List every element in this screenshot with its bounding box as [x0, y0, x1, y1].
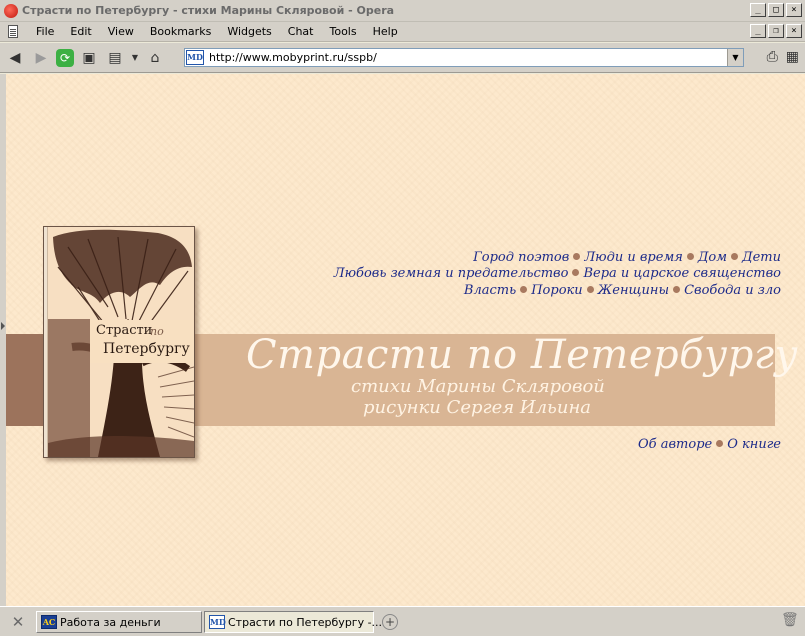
- document-window-controls: _ ❐ ×: [750, 24, 802, 38]
- menu-bookmarks[interactable]: Bookmarks: [142, 23, 219, 41]
- nav-link-children[interactable]: Дети: [742, 250, 781, 265]
- task-button-work[interactable]: AC Работа за деньги: [36, 611, 202, 633]
- nav-link-people-and-time[interactable]: Люди и время: [584, 250, 683, 265]
- reload-icon[interactable]: ⟳: [56, 48, 74, 67]
- bullet-icon: [573, 253, 581, 260]
- camera-icon[interactable]: ▣: [78, 47, 100, 69]
- close-button[interactable]: ×: [786, 3, 802, 17]
- doc-close-button[interactable]: ×: [786, 24, 802, 38]
- menu-chat[interactable]: Chat: [280, 23, 322, 41]
- nav-link-power[interactable]: Власть: [464, 283, 516, 298]
- new-tab-icon[interactable]: +: [382, 614, 398, 630]
- task-button-current[interactable]: MD Страсти по Петербургу -...: [204, 611, 382, 633]
- doc-minimize-button[interactable]: _: [750, 24, 766, 38]
- bullet-icon: [572, 269, 580, 276]
- md-favicon: MD: [209, 615, 226, 629]
- task-label: Работа за деньги: [60, 615, 161, 629]
- address-bar[interactable]: MD http://www.mobyprint.ru/sspb/ ▼: [184, 48, 744, 67]
- nav-link-faith[interactable]: Вера и царское священство: [583, 266, 781, 281]
- menu-bar: File Edit View Bookmarks Widgets Chat To…: [0, 22, 805, 42]
- home-icon[interactable]: ⌂: [144, 47, 166, 69]
- subtitle-artist: рисунки Сергея Ильина: [363, 397, 592, 418]
- task-label: Страсти по Петербургу -...: [228, 615, 383, 629]
- book-title-line2: по: [150, 325, 164, 338]
- address-url[interactable]: http://www.mobyprint.ru/sspb/: [209, 51, 377, 64]
- tools-icon[interactable]: ✕: [8, 612, 28, 632]
- nav-row-3: Власть Пороки Женщины Свобода и зло: [464, 283, 781, 298]
- back-icon[interactable]: ◀: [4, 47, 26, 69]
- book-title-line1: Страсти: [96, 323, 153, 338]
- bullet-icon: [716, 440, 724, 447]
- bullet-icon: [586, 286, 594, 293]
- page-viewport: Город поэтов Люди и время Дом Дети Любовь з…: [6, 74, 805, 606]
- page-title: Страсти по Петербургу: [246, 332, 799, 378]
- window-controls: _ □ ×: [750, 3, 802, 17]
- nav-link-women[interactable]: Женщины: [598, 283, 669, 298]
- trash-icon[interactable]: 🗑: [781, 612, 799, 630]
- minimize-button[interactable]: _: [750, 3, 766, 17]
- window-titlebar: Страсти по Петербургу - стихи Марины Скл…: [0, 0, 805, 22]
- nav-bottom-row: Об авторе О книге: [638, 437, 781, 452]
- menu-edit[interactable]: Edit: [62, 23, 99, 41]
- favicon: MD: [186, 50, 204, 65]
- nav-row-2: Любовь земная и предательство Вера и царс…: [334, 266, 781, 281]
- panel-icon[interactable]: ▦: [786, 49, 799, 65]
- maximize-button[interactable]: □: [768, 3, 784, 17]
- nav-link-vices[interactable]: Пороки: [531, 283, 582, 298]
- dropdown-arrow-icon[interactable]: ▼: [130, 47, 140, 69]
- document-icon[interactable]: [8, 25, 18, 38]
- book-title-line3: Петербургу: [103, 341, 190, 357]
- nav-link-love-and-betrayal[interactable]: Любовь земная и предательство: [334, 266, 569, 281]
- menu-help[interactable]: Help: [365, 23, 406, 41]
- forward-icon[interactable]: ▶: [30, 47, 52, 69]
- taskbar: ✕ AC Работа за деньги MD Страсти по Пете…: [0, 606, 805, 636]
- menu-view[interactable]: View: [100, 23, 142, 41]
- doc-restore-button[interactable]: ❐: [768, 24, 784, 38]
- ac-favicon: AC: [41, 615, 57, 629]
- bullet-icon: [673, 286, 681, 293]
- address-dropdown-icon[interactable]: ▼: [727, 49, 743, 66]
- clipboard-icon[interactable]: ▤: [104, 47, 126, 69]
- nav-link-freedom-and-evil[interactable]: Свобода и зло: [684, 283, 781, 298]
- book-cover: Страсти по Петербургу: [43, 226, 195, 458]
- window-title: Страсти по Петербургу - стихи Марины Скл…: [22, 4, 395, 17]
- bullet-icon: [520, 286, 528, 293]
- menu-widgets[interactable]: Widgets: [219, 23, 279, 41]
- nav-link-city-of-poets[interactable]: Город поэтов: [473, 250, 569, 265]
- nav-link-home[interactable]: Дом: [698, 250, 727, 265]
- subtitle-author: стихи Марины Скляровой: [351, 376, 605, 397]
- menu-tools[interactable]: Tools: [322, 23, 365, 41]
- nav-link-about-book[interactable]: О книге: [727, 437, 781, 452]
- print-icon[interactable]: ⎙: [767, 49, 778, 65]
- bullet-icon: [731, 253, 739, 260]
- nav-link-about-author[interactable]: Об авторе: [638, 437, 712, 452]
- nav-row-1: Город поэтов Люди и время Дом Дети: [473, 250, 781, 265]
- navigation-toolbar: ◀ ▶ ⟳ ▣ ▤ ▼ ⌂ MD http://www.mobyprint.ru…: [0, 43, 805, 73]
- bullet-icon: [686, 253, 694, 260]
- menu-file[interactable]: File: [28, 23, 62, 41]
- toolbar-right: ⎙ ▦: [767, 49, 799, 65]
- opera-icon: [4, 3, 18, 18]
